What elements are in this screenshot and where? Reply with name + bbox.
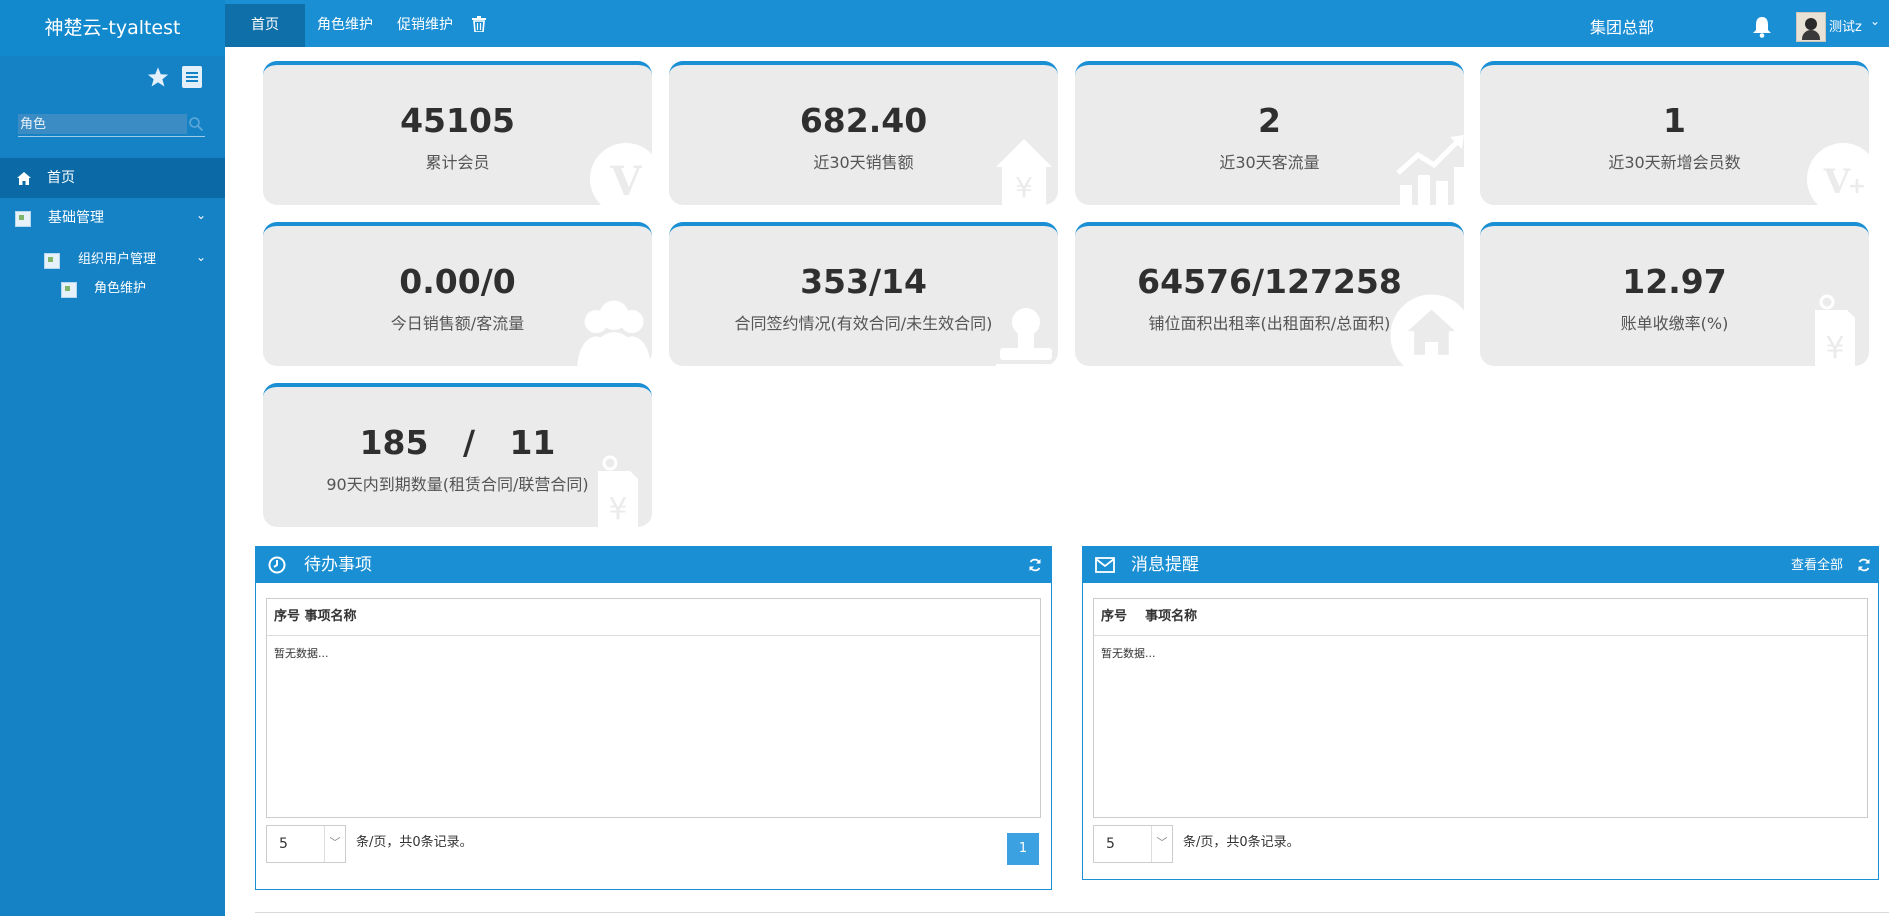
stat-card-new-members-30d[interactable]: 1 近30天新增会员数 V + (1480, 61, 1869, 205)
clock-icon (268, 556, 286, 574)
page-size-value: 5 (279, 836, 288, 852)
growth-chart-icon (1396, 135, 1464, 205)
stat-card-contract-signing[interactable]: 353/14 合同签约情况(有效合同/未生效合同) (669, 222, 1058, 366)
stat-card-expiring-90d[interactable]: 185 / 11 90天内到期数量(租赁合同/联营合同) ¥ (263, 383, 652, 527)
sidebar-item-label: 基础管理 (48, 210, 104, 226)
panel-header: 待办事项 (256, 547, 1051, 583)
chevron-down-icon: ⌄ (196, 208, 207, 222)
organization-name[interactable]: 集团总部 (1590, 0, 1654, 56)
stat-card-sales-30d[interactable]: 682.40 近30天销售额 ¥ (669, 61, 1058, 205)
list-icon[interactable] (182, 66, 202, 88)
sidebar-item-home[interactable]: 首页 (0, 158, 225, 198)
home-icon (1390, 294, 1464, 366)
broken-image-icon (44, 253, 60, 269)
home-icon (17, 172, 31, 185)
tab-home[interactable]: 首页 (225, 4, 305, 47)
table-header: 序号 事项名称 (267, 599, 1040, 636)
top-nav-bar: 首页 角色维护 促销维护 集团总部 测试z ⌄ (0, 0, 1889, 47)
chevron-down-icon[interactable]: ⌄ (1870, 14, 1880, 28)
messages-panel: 消息提醒 查看全部 序号 事项名称 暂无数据... 5 ﹀ 条/页，共0条记录。 (1082, 546, 1879, 880)
stat-card-bill-collection-rate[interactable]: 12.97 账单收缴率(%) ¥ (1480, 222, 1869, 366)
broken-image-icon (15, 211, 31, 227)
star-icon[interactable] (147, 66, 169, 88)
pagination-info: 条/页，共0条记录。 (356, 835, 473, 850)
svg-text:¥: ¥ (608, 492, 627, 527)
sidebar-item-label: 首页 (47, 170, 75, 186)
sidebar: 首页 基础管理 ⌄ 组织用户管理 ⌄ 角色维护 (0, 56, 225, 916)
sidebar-search (18, 114, 205, 137)
page-button-1[interactable]: 1 (1007, 833, 1039, 865)
svg-text:+: + (1848, 174, 1866, 199)
page-size-select[interactable]: 5 ﹀ (1093, 825, 1173, 863)
panel-title: 待办事项 (304, 555, 372, 575)
stat-card-traffic-30d[interactable]: 2 近30天客流量 (1075, 61, 1464, 205)
tab-role-maintenance[interactable]: 角色维护 (317, 4, 373, 47)
avatar[interactable] (1796, 12, 1826, 42)
todo-table: 序号 事项名称 暂无数据... (266, 598, 1041, 818)
pagination-info: 条/页，共0条记录。 (1183, 835, 1300, 850)
panel-header: 消息提醒 查看全部 (1083, 547, 1878, 583)
users-icon (577, 300, 651, 366)
search-icon[interactable] (188, 116, 204, 132)
app-brand: 神楚云-tyaltest (0, 0, 225, 56)
svg-text:V: V (1823, 162, 1851, 202)
stat-card-space-rental-rate[interactable]: 64576/127258 铺位面积出租率(出租面积/总面积) (1075, 222, 1464, 366)
envelope-icon (1095, 557, 1115, 573)
refresh-icon[interactable] (1857, 558, 1871, 572)
yen-house-icon: ¥ (996, 139, 1052, 205)
chevron-down-icon[interactable]: ﹀ (1151, 826, 1172, 862)
stat-card-total-members[interactable]: 45105 累计会员 V (263, 61, 652, 205)
empty-message: 暂无数据... (274, 647, 329, 660)
vip-icon: V (590, 143, 652, 205)
svg-text:¥: ¥ (1825, 331, 1844, 366)
view-all-link[interactable]: 查看全部 (1791, 547, 1843, 585)
refresh-icon[interactable] (1028, 558, 1042, 572)
empty-message: 暂无数据... (1101, 647, 1156, 660)
tab-promotion-maintenance[interactable]: 促销维护 (397, 4, 453, 47)
messages-table: 序号 事项名称 暂无数据... (1093, 598, 1868, 818)
todo-panel: 待办事项 序号 事项名称 暂无数据... 5 ﹀ 条/页，共0条记录。 1 (255, 546, 1052, 890)
page-size-select[interactable]: 5 ﹀ (266, 825, 346, 863)
divider (255, 912, 1889, 913)
stamp-icon (996, 308, 1056, 366)
page-size-value: 5 (1106, 836, 1115, 852)
sidebar-item-label: 角色维护 (94, 281, 147, 296)
bell-icon[interactable] (1752, 16, 1772, 38)
chevron-down-icon[interactable]: ﹀ (324, 826, 345, 862)
user-name[interactable]: 测试z (1829, 16, 1862, 35)
broken-image-icon (61, 282, 77, 298)
stat-card-today-sales-traffic[interactable]: 0.00/0 今日销售额/客流量 (263, 222, 652, 366)
vip-plus-icon: V + (1807, 143, 1869, 205)
trash-icon[interactable] (472, 4, 486, 47)
yen-tag-icon: ¥ (598, 455, 638, 527)
sidebar-item-role-maintenance[interactable]: 角色维护 (0, 269, 225, 309)
sidebar-search-input[interactable] (18, 114, 187, 134)
panel-title: 消息提醒 (1131, 555, 1199, 575)
yen-tag-icon: ¥ (1815, 294, 1855, 366)
table-header: 序号 事项名称 (1094, 599, 1867, 636)
svg-text:V: V (609, 158, 642, 205)
svg-text:¥: ¥ (1015, 171, 1033, 204)
sidebar-item-basic-management[interactable]: 基础管理 ⌄ (0, 198, 225, 238)
